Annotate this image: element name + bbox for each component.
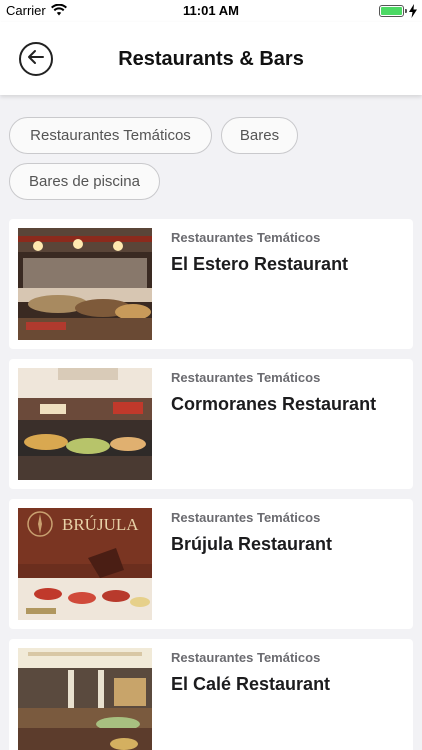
restaurant-category: Restaurantes Temáticos [171,650,321,665]
status-bar: Carrier 11:01 AM [0,0,422,22]
navigation-header: Restaurants & Bars [0,22,422,95]
restaurant-photo [18,228,152,340]
restaurant-photo: BRÚJULA [18,508,152,620]
restaurant-name: El Estero Restaurant [171,254,349,274]
restaurant-photo [18,648,152,750]
filter-chip-label: Restaurantes Temáticos [30,127,191,144]
battery-cap [405,9,407,13]
filter-chip-bares-de-piscina[interactable]: Bares de piscina [9,163,160,200]
restaurant-category: Restaurantes Temáticos [171,510,321,525]
battery-level-fill [381,7,402,15]
charging-bolt-icon [409,4,417,18]
restaurant-category: Restaurantes Temáticos [171,370,321,385]
restaurant-category: Restaurantes Temáticos [171,230,321,245]
battery-icon [379,5,404,17]
restaurant-card[interactable]: Restaurantes Temáticos El Calé Restauran… [9,639,413,750]
restaurant-name: El Calé Restaurant [171,674,331,694]
restaurant-photo [18,368,152,480]
restaurant-card[interactable]: Restaurantes Temáticos El Estero Restaur… [9,219,413,349]
filter-chip-bares[interactable]: Bares [221,117,298,154]
restaurant-card[interactable]: BRÚJULA Restaurantes Temáticos Brújula R… [9,499,413,629]
brujula-sign: BRÚJULA [62,515,139,534]
restaurant-card[interactable]: Restaurantes Temáticos Cormoranes Restau… [9,359,413,489]
filter-chip-label: Bares [239,127,280,144]
filter-chip-label: Bares de piscina [29,173,140,190]
filter-chip-restaurantes-tematicos[interactable]: Restaurantes Temáticos [9,117,212,154]
clock-label: 11:01 AM [183,3,239,18]
restaurant-name: Brújula Restaurant [171,534,333,554]
restaurant-name: Cormoranes Restaurant [171,394,377,414]
page-title: Restaurants & Bars [118,48,304,70]
